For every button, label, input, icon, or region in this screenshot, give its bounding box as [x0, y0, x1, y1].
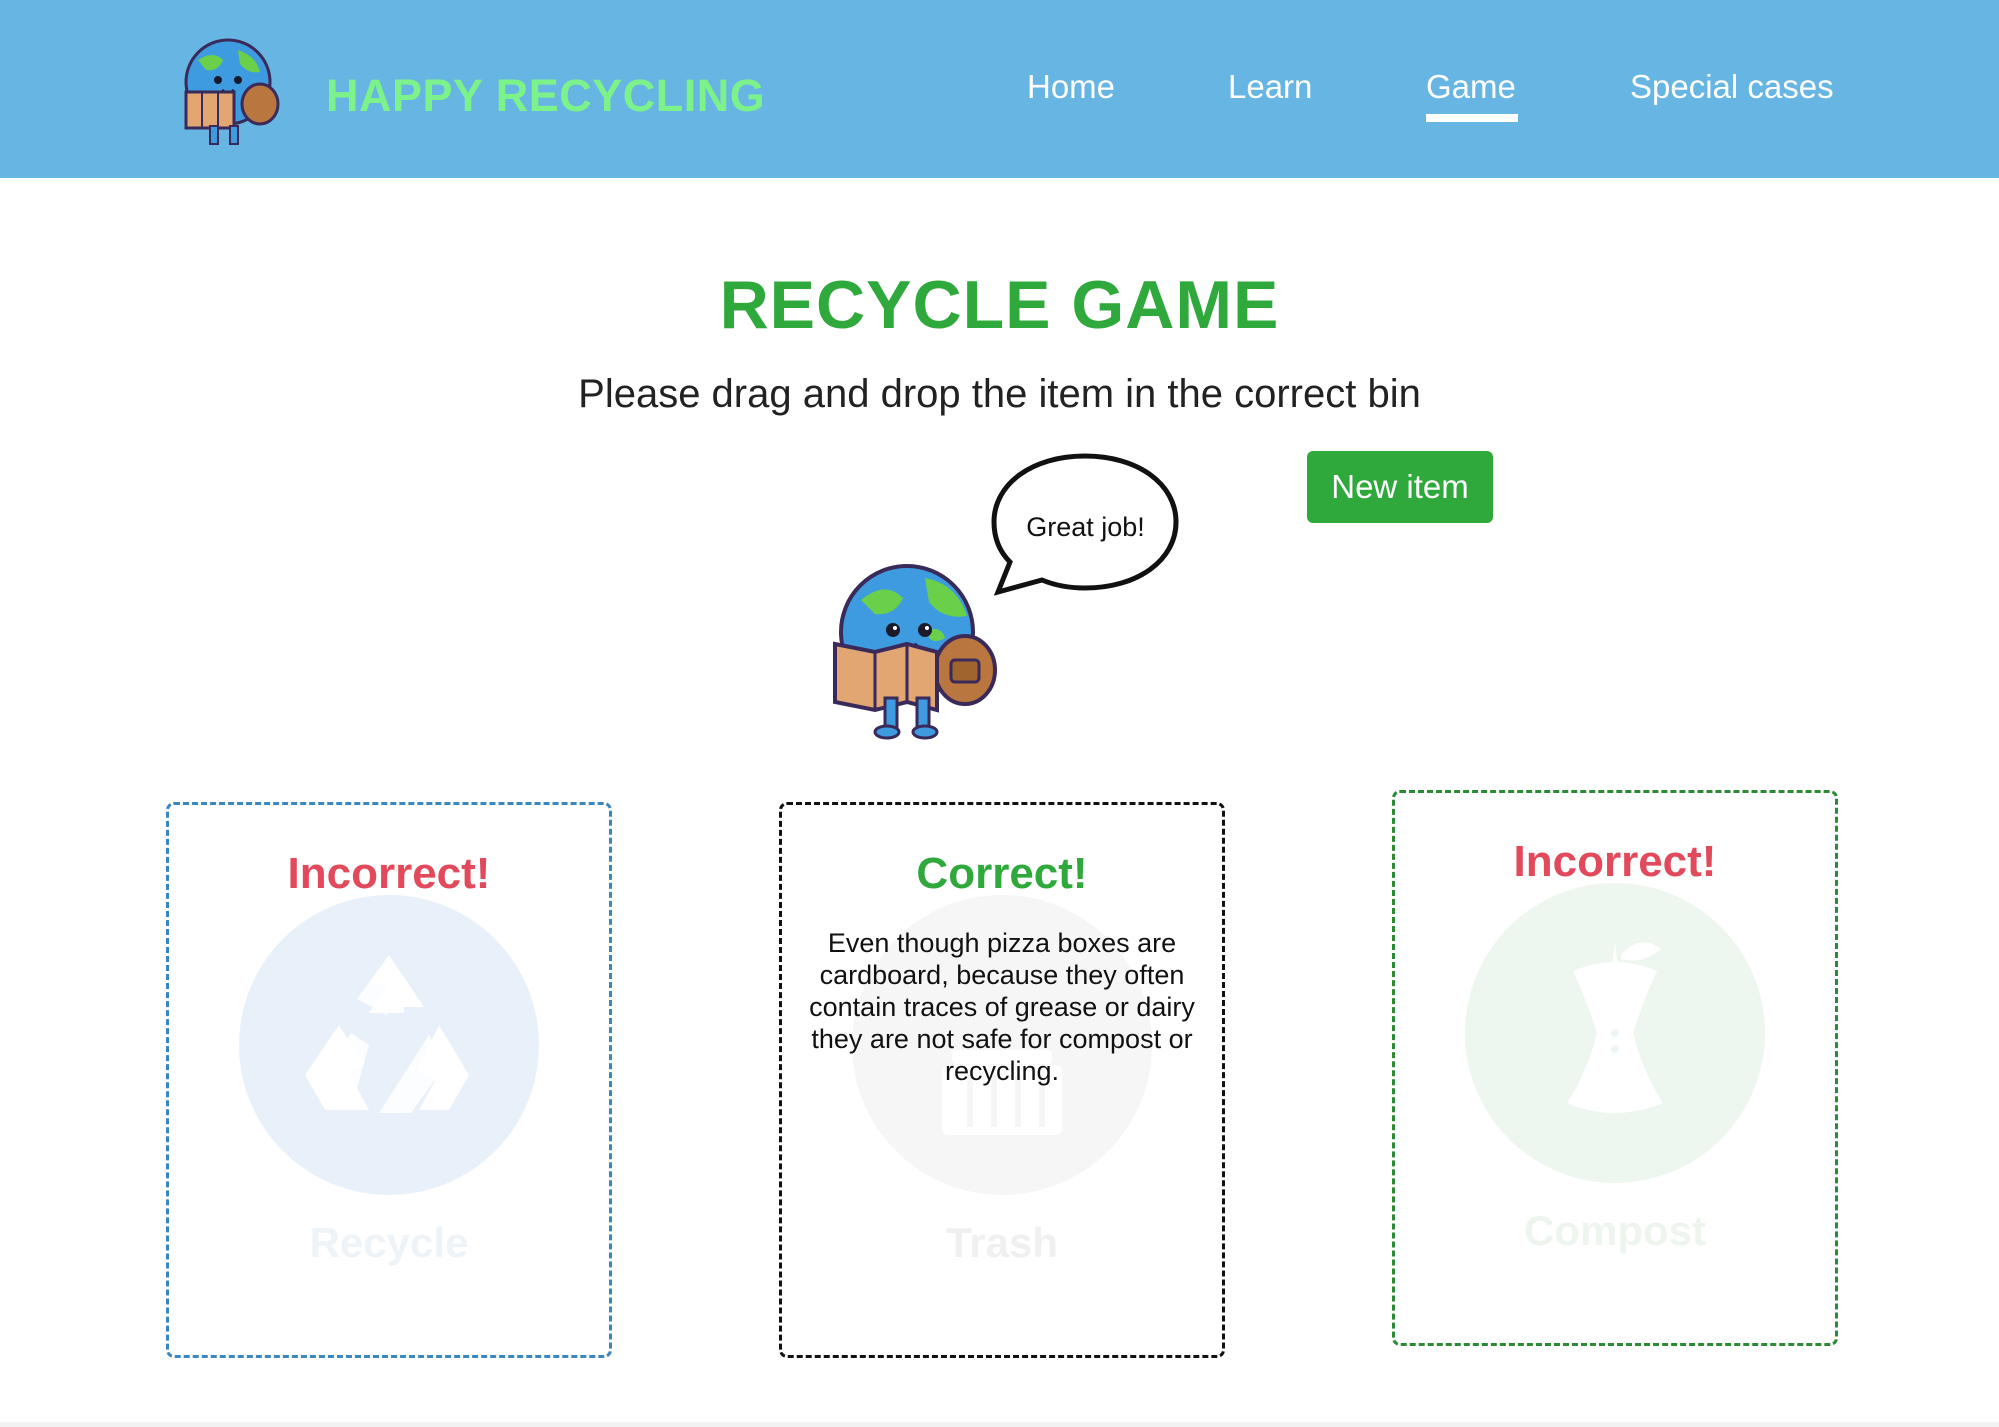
- earth-mascot-icon[interactable]: [825, 560, 1010, 740]
- nav-active-indicator: [1426, 114, 1518, 122]
- page-subtitle: Please drag and drop the item in the cor…: [578, 372, 1421, 416]
- apple-core-icon: [1465, 883, 1765, 1183]
- bin-label: Recycle: [309, 1219, 469, 1266]
- page-title: RECYCLE GAME: [719, 267, 1280, 343]
- bin-label: Trash: [945, 1219, 1059, 1266]
- recycle-bin[interactable]: Incorrect! Recycle: [166, 802, 612, 1358]
- nav-special-cases[interactable]: Special cases: [1630, 68, 1834, 106]
- compost-bin[interactable]: Incorrect! Compost: [1392, 790, 1838, 1346]
- speech-bubble-text: Great job!: [1026, 512, 1145, 542]
- bin-label: Compost: [1524, 1207, 1706, 1254]
- bin-result-message: Incorrect!: [287, 849, 491, 898]
- page-bottom-divider: [0, 1422, 1999, 1427]
- trash-bin[interactable]: Correct! Even though pizza boxes are car…: [779, 802, 1225, 1358]
- bin-result-message: Incorrect!: [1513, 837, 1717, 886]
- nav-home[interactable]: Home: [1027, 68, 1115, 106]
- bin-result-message: Correct!: [916, 849, 1088, 898]
- nav-learn[interactable]: Learn: [1228, 68, 1312, 106]
- brand-title[interactable]: HAPPY RECYCLING: [326, 70, 765, 122]
- earth-mascot-icon[interactable]: [168, 30, 288, 150]
- nav-game[interactable]: Game: [1426, 68, 1516, 106]
- site-header: HAPPY RECYCLING Home Learn Game Special …: [0, 0, 1999, 178]
- new-item-button[interactable]: New item: [1307, 451, 1493, 523]
- bin-explanation: Even though pizza boxes are cardboard, b…: [809, 928, 1195, 1086]
- recycle-icon: [239, 895, 539, 1195]
